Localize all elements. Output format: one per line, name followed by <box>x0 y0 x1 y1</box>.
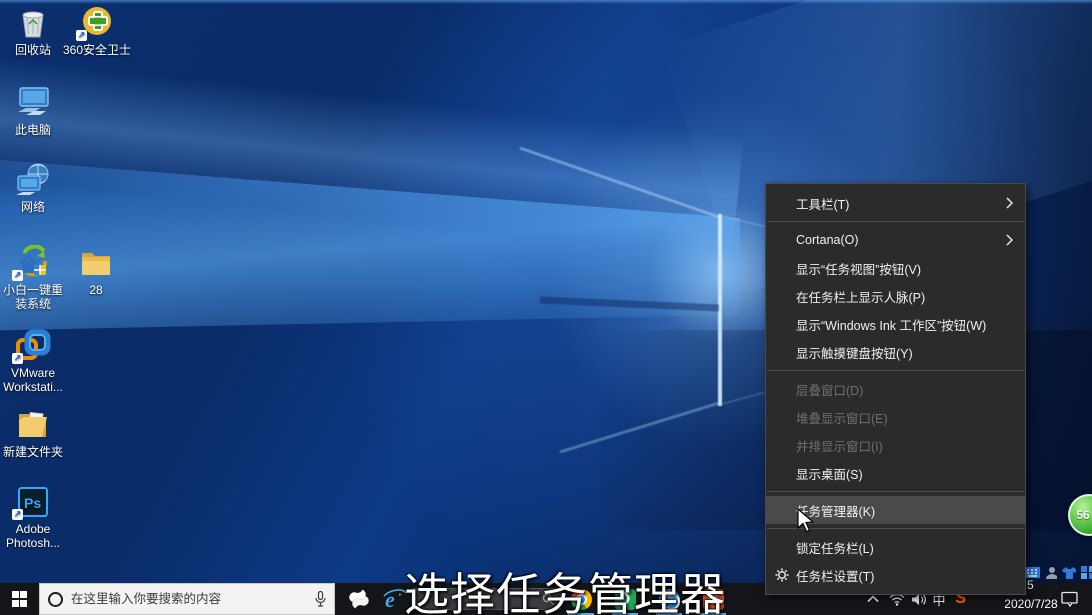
chevron-right-icon <box>1006 197 1013 209</box>
desktop-icon-label: 网络 <box>21 200 45 214</box>
sogou-skin-shirt-icon[interactable] <box>1062 566 1076 579</box>
desktop-icon-label: Adobe <box>16 522 51 536</box>
desktop-icon-label: 360安全卫士 <box>63 43 131 57</box>
desktop-icon-folder-28[interactable]: 28 <box>64 245 128 297</box>
desktop-icon-this-pc[interactable]: 此电脑 <box>1 85 65 137</box>
cortana-circle-icon <box>48 592 63 607</box>
windows-logo-icon <box>12 591 28 607</box>
menu-item-cortana[interactable]: Cortana(O) <box>766 226 1025 254</box>
this-pc-icon <box>14 85 52 121</box>
desktop-icon-label: VMware <box>11 366 55 380</box>
desktop-icon-label: 装系统 <box>15 297 51 311</box>
sogou-toolbox-icon[interactable] <box>1081 566 1092 579</box>
tutorial-caption: 选择任务管理器 <box>404 558 726 615</box>
shortcut-arrow-icon: ↗ <box>76 30 87 41</box>
menu-item-toolbars[interactable]: 工具栏(T) <box>766 189 1025 217</box>
tray-clock-date[interactable]: 2020/7/28 <box>998 595 1064 613</box>
menu-item-show-desktop[interactable]: 显示桌面(S) <box>766 459 1025 487</box>
menu-item-touch-keyboard-button[interactable]: 显示触摸键盘按钮(Y) <box>766 338 1025 366</box>
menu-item-lock-taskbar[interactable]: 锁定任务栏(L) <box>766 533 1025 561</box>
network-icon <box>14 162 52 198</box>
sogou-keyboard-icon[interactable] <box>1024 566 1040 579</box>
desktop-icon-new-folder[interactable]: 新建文件夹 <box>1 407 65 459</box>
desktop-icon-label: 新建文件夹 <box>3 445 63 459</box>
menu-separator <box>767 370 1024 371</box>
shortcut-arrow-icon: ↗ <box>12 509 23 520</box>
start-button[interactable] <box>0 583 39 615</box>
desktop-icon-photoshop[interactable]: Ps ↗ Adobe Photosh... <box>1 484 65 550</box>
sogou-input-toolbar <box>1024 560 1092 584</box>
desktop-icon-label: 此电脑 <box>15 123 51 137</box>
desktop-icon-label: 小白一键重 <box>3 283 63 297</box>
gear-icon <box>775 568 789 582</box>
sogou-person-icon[interactable] <box>1045 566 1058 579</box>
action-center-icon <box>1061 591 1078 607</box>
menu-item-windows-ink-button[interactable]: 显示“Windows Ink 工作区”按钮(W) <box>766 310 1025 338</box>
shortcut-arrow-icon: ↗ <box>12 353 23 364</box>
folder-icon <box>78 246 114 280</box>
tray-clock-time-partial: 5 <box>1027 578 1034 592</box>
svg-text:Ps: Ps <box>24 495 41 511</box>
mouse-cursor <box>797 508 815 534</box>
action-center-button[interactable] <box>1056 583 1082 615</box>
menu-item-side-by-side-windows: 并排显示窗口(I) <box>766 431 1025 459</box>
taskbar-app-360-browser[interactable] <box>340 583 378 615</box>
menu-separator <box>767 491 1024 492</box>
desktop-icon-label: Photosh... <box>6 536 60 550</box>
shortcut-arrow-icon: ↗ <box>12 270 23 281</box>
menu-item-task-view-button[interactable]: 显示“任务视图”按钮(V) <box>766 254 1025 282</box>
desktop-icon-label: 28 <box>89 283 102 297</box>
menu-separator <box>767 221 1024 222</box>
speed-ball-value: 56 <box>1076 508 1089 522</box>
menu-item-show-people[interactable]: 在任务栏上显示人脉(P) <box>766 282 1025 310</box>
search-input[interactable] <box>71 592 307 606</box>
chevron-right-icon <box>1006 234 1013 246</box>
menu-item-taskbar-settings[interactable]: 任务栏设置(T) <box>766 561 1025 589</box>
desktop-icon-360-security[interactable]: ↗ 360安全卫士 <box>62 5 132 57</box>
desktop-icon-recycle-bin[interactable]: 回收站 <box>1 5 65 57</box>
taskbar-search[interactable] <box>39 583 335 615</box>
recycle-bin-icon <box>16 6 50 40</box>
desktop-icon-label: 回收站 <box>15 43 51 57</box>
360-browser-icon <box>348 588 370 610</box>
desktop-icon-label: Workstati... <box>3 380 63 394</box>
microphone-icon[interactable] <box>315 591 326 607</box>
folder-with-paper-icon <box>15 408 51 442</box>
desktop-icon-vmware[interactable]: ↗ VMware Workstati... <box>1 328 65 394</box>
desktop-icon-xiaobai[interactable]: ↗ 小白一键重 装系统 <box>1 245 65 311</box>
menu-item-stacked-windows: 堆叠显示窗口(E) <box>766 403 1025 431</box>
desktop-icon-network[interactable]: 网络 <box>1 162 65 214</box>
menu-item-cascade-windows: 层叠窗口(D) <box>766 375 1025 403</box>
